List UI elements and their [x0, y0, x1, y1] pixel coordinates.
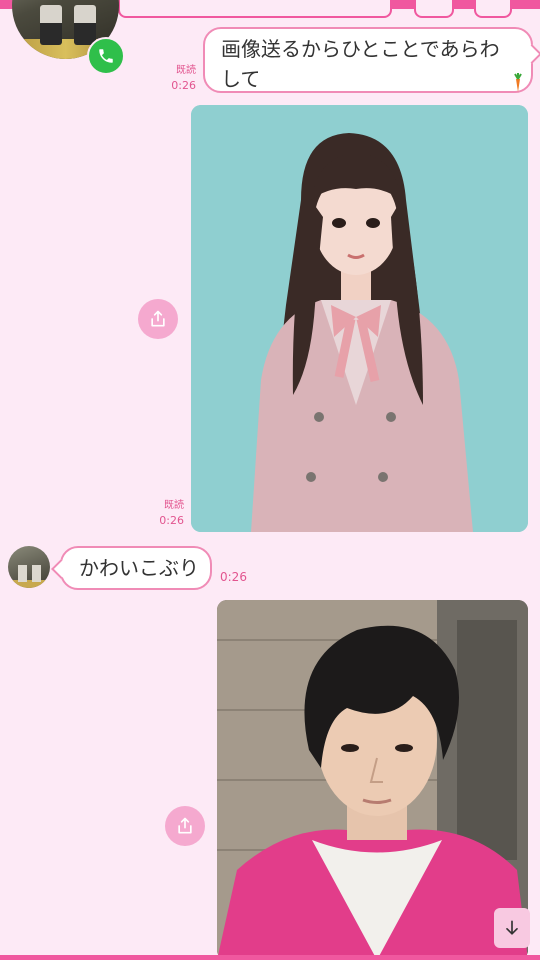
bubble-tail — [522, 44, 540, 64]
avatar[interactable] — [8, 546, 50, 588]
photo-illustration — [191, 105, 528, 532]
outgoing-message-bubble[interactable]: 画像送るからひとことであらわして — [203, 27, 540, 93]
share-button[interactable] — [165, 806, 205, 846]
young-man-dark-hair-photo[interactable] — [217, 600, 528, 960]
message-text: 画像送るからひとことであらわして — [221, 37, 500, 91]
share-button[interactable] — [138, 299, 178, 339]
avatar-floor — [8, 580, 50, 588]
message-meta: 既読 0:26 — [148, 498, 184, 528]
timestamp: 0:26 — [171, 79, 196, 92]
girl-in-pink-blazer-photo[interactable] — [191, 105, 528, 532]
carrot-icon — [514, 73, 522, 92]
call-button[interactable] — [87, 37, 125, 75]
incoming-message-bubble[interactable]: かわいこぶり — [51, 546, 212, 590]
share-icon — [178, 817, 192, 834]
scroll-to-bottom-button[interactable] — [494, 908, 530, 948]
timestamp: 0:26 — [220, 570, 247, 584]
chat-area[interactable]: 既読 0:26 画像送るからひとことであらわして 既読 0:26 かわいこぶり … — [0, 0, 540, 960]
timestamp: 0:26 — [159, 514, 184, 527]
message-text: かわいこぶり — [79, 556, 199, 580]
share-icon — [151, 310, 165, 327]
arrow-down-icon — [506, 920, 518, 935]
message-meta: 既読 0:26 — [160, 63, 196, 93]
avatar-figure — [74, 5, 96, 45]
avatar-figure — [40, 5, 62, 45]
photo-illustration — [217, 600, 528, 960]
bubble-tail — [51, 559, 71, 579]
avatar-figure — [18, 565, 27, 582]
read-receipt: 既読 — [176, 65, 196, 76]
read-receipt: 既読 — [164, 500, 184, 511]
bottom-bar — [0, 955, 540, 960]
avatar-figure — [32, 565, 41, 582]
phone-icon — [99, 49, 113, 63]
